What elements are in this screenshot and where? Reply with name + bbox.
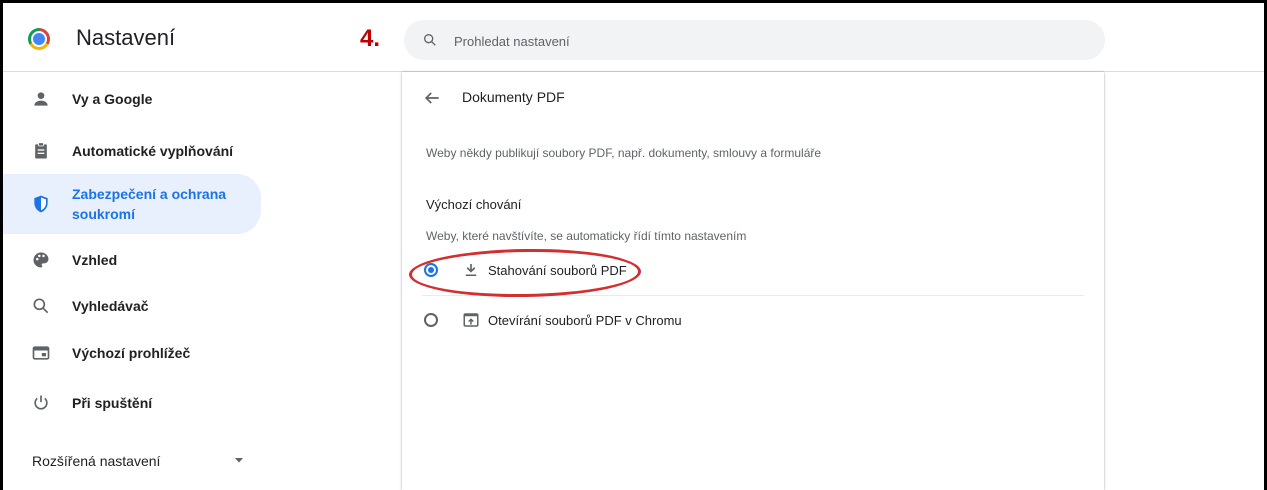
sidebar-item-label: Automatické vyplňování [72, 143, 234, 159]
top-bar: Nastavení 4. [3, 3, 1264, 72]
open-in-browser-icon [463, 313, 479, 327]
person-icon [34, 92, 48, 106]
sidebar-item-security[interactable]: Zabezpečení a ochrana soukromí [3, 174, 261, 234]
sidebar-item-default-browser[interactable]: Výchozí prohlížeč [3, 329, 261, 377]
subpage-title: Dokumenty PDF [462, 89, 565, 105]
section-title: Výchozí chování [426, 197, 522, 212]
section-subtitle: Weby, které navštívíte, se automaticky ř… [426, 229, 747, 243]
page-title: Nastavení [76, 25, 176, 50]
sidebar-item-you-and-google[interactable]: Vy a Google [3, 75, 261, 123]
browser-icon [32, 346, 50, 360]
sidebar-item-label: Při spuštění [72, 395, 153, 411]
option-open-pdf-in-chrome[interactable]: Otevírání souborů PDF v Chromu [422, 301, 1082, 341]
advanced-settings-label: Rozšířená nastavení [32, 453, 161, 469]
chrome-logo-icon [28, 28, 50, 50]
sidebar-item-label: Výchozí prohlížeč [72, 345, 191, 361]
clipboard-icon [35, 142, 47, 159]
sidebar-item-label: Vy a Google [72, 91, 153, 107]
shield-icon [34, 195, 48, 213]
radio-button[interactable] [424, 313, 438, 327]
sidebar-item-label: Vzhled [72, 252, 118, 268]
power-icon [34, 395, 48, 410]
sidebar-item-appearance[interactable]: Vzhled [3, 236, 261, 284]
advanced-settings-toggle[interactable]: Rozšířená nastavení [3, 441, 265, 481]
step-annotation: 4. [360, 25, 381, 52]
sidebar-item-label: Zabezpečení a ochrana soukromí [72, 186, 227, 222]
search-input[interactable] [452, 20, 1056, 62]
option-label: Otevírání souborů PDF v Chromu [488, 313, 682, 328]
search-icon [424, 34, 436, 46]
sidebar-item-label: Vyhledávač [72, 298, 149, 314]
sidebar-item-autofill[interactable]: Automatické vyplňování [3, 127, 261, 175]
search-icon [33, 298, 49, 314]
sidebar: Vy a Google Automatické vyplňování Zabez… [3, 72, 265, 490]
back-arrow-icon[interactable] [422, 88, 442, 108]
sidebar-item-on-startup[interactable]: Při spuštění [3, 379, 261, 427]
sidebar-item-search-engine[interactable]: Vyhledávač [3, 282, 261, 330]
chevron-down-icon [235, 458, 243, 463]
subpage-description: Weby někdy publikují soubory PDF, např. … [426, 146, 822, 160]
palette-icon [33, 252, 49, 268]
search-box[interactable] [404, 20, 1105, 62]
